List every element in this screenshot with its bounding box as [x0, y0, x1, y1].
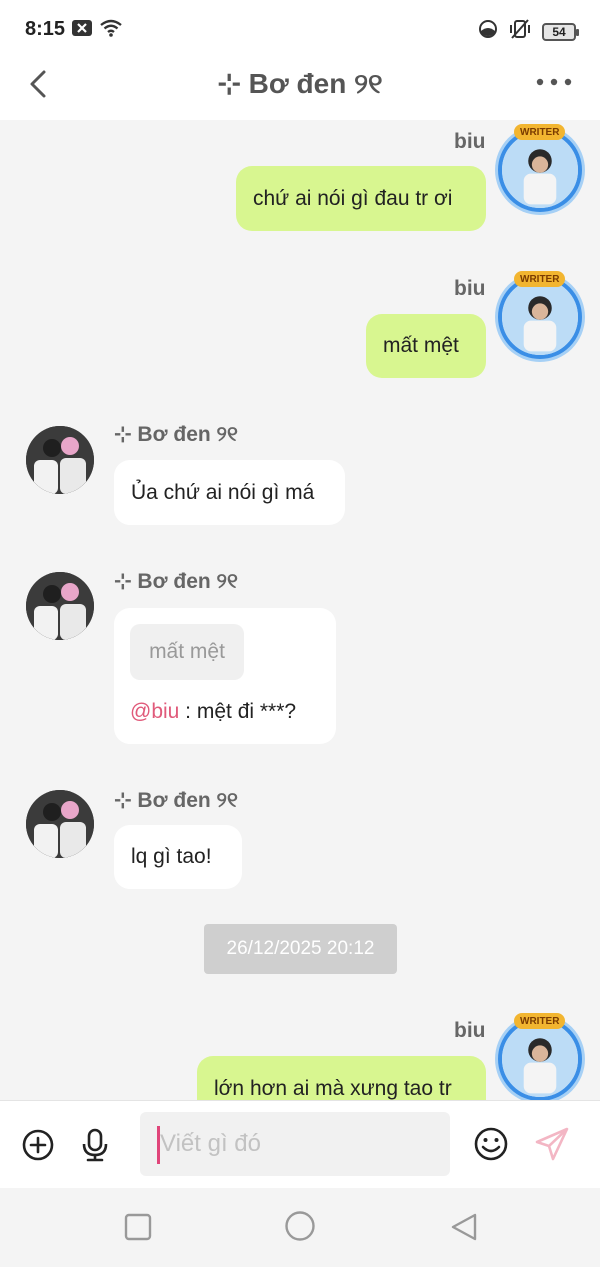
sender-name: ⊹ Bơ đen ୨୧ — [114, 423, 238, 446]
more-options-button[interactable] — [534, 70, 574, 94]
circle-icon — [285, 1211, 315, 1241]
emoji-button[interactable] — [472, 1125, 508, 1161]
triangle-back-icon — [451, 1213, 477, 1241]
message-bubble[interactable]: lớn hơn ai mà xưng tao tr — [197, 1056, 486, 1100]
send-icon — [535, 1127, 569, 1161]
battery-indicator: 54 — [542, 22, 579, 41]
text-caret — [157, 1126, 160, 1164]
plus-circle-icon — [22, 1129, 54, 1161]
voice-message-button[interactable] — [77, 1127, 113, 1163]
writer-badge: WRITER — [514, 271, 566, 287]
composer-bar — [0, 1100, 600, 1188]
system-navigation-bar — [0, 1188, 600, 1267]
sender-name: biu — [454, 277, 486, 300]
notification-x-icon — [72, 20, 92, 41]
back-nav-button[interactable] — [449, 1212, 479, 1242]
sender-name: biu — [454, 130, 486, 153]
sender-name: ⊹ Bơ đen ୨୧ — [114, 570, 238, 593]
quoted-message[interactable]: mất mệt — [130, 624, 244, 680]
message-bubble[interactable]: mất mệt — [366, 314, 486, 378]
message-bubble[interactable]: chứ ai nói gì đau tr ơi — [236, 166, 486, 231]
sender-name: ⊹ Bơ đen ୨୧ — [114, 789, 238, 812]
message-bubble[interactable]: Ủa chứ ai nói gì má — [114, 460, 345, 525]
message-list[interactable]: biu WRITER chứ ai nói gì đau tr ơi biu W… — [0, 120, 600, 1100]
sender-name: biu — [454, 1019, 486, 1042]
emoji-icon — [474, 1127, 508, 1161]
writer-badge: WRITER — [514, 1013, 566, 1029]
message-input[interactable] — [140, 1112, 450, 1176]
reply-text: @biu : mệt đi ***? — [130, 700, 296, 724]
reply-body: : mệt đi ***? — [179, 700, 297, 723]
data-saver-icon — [478, 19, 498, 44]
timestamp-divider: 26/12/2025 20:12 — [204, 924, 397, 974]
home-button[interactable] — [284, 1210, 316, 1242]
add-attachment-button[interactable] — [20, 1127, 56, 1163]
avatar[interactable] — [498, 128, 582, 212]
status-time: 8:15 — [25, 18, 66, 40]
recent-apps-button[interactable] — [123, 1212, 153, 1242]
avatar[interactable] — [26, 572, 94, 640]
avatar[interactable] — [26, 790, 94, 858]
wifi-icon — [100, 19, 122, 42]
mention-link[interactable]: @biu — [130, 700, 179, 723]
send-button[interactable] — [533, 1125, 569, 1161]
vibrate-muted-icon — [508, 19, 532, 44]
chat-header: ⊹ Bơ đen ୨୧ — [0, 60, 600, 120]
writer-badge: WRITER — [514, 124, 566, 140]
chat-title: ⊹ Bơ đen ୨୧ — [217, 68, 383, 99]
microphone-icon — [82, 1128, 108, 1162]
message-bubble[interactable]: lq gì tao! — [114, 825, 242, 889]
avatar[interactable] — [498, 1017, 582, 1100]
status-bar: 8:15 54 — [0, 0, 600, 60]
square-icon — [124, 1213, 152, 1241]
avatar[interactable] — [26, 426, 94, 494]
more-dots-icon — [536, 78, 572, 86]
avatar[interactable] — [498, 275, 582, 359]
